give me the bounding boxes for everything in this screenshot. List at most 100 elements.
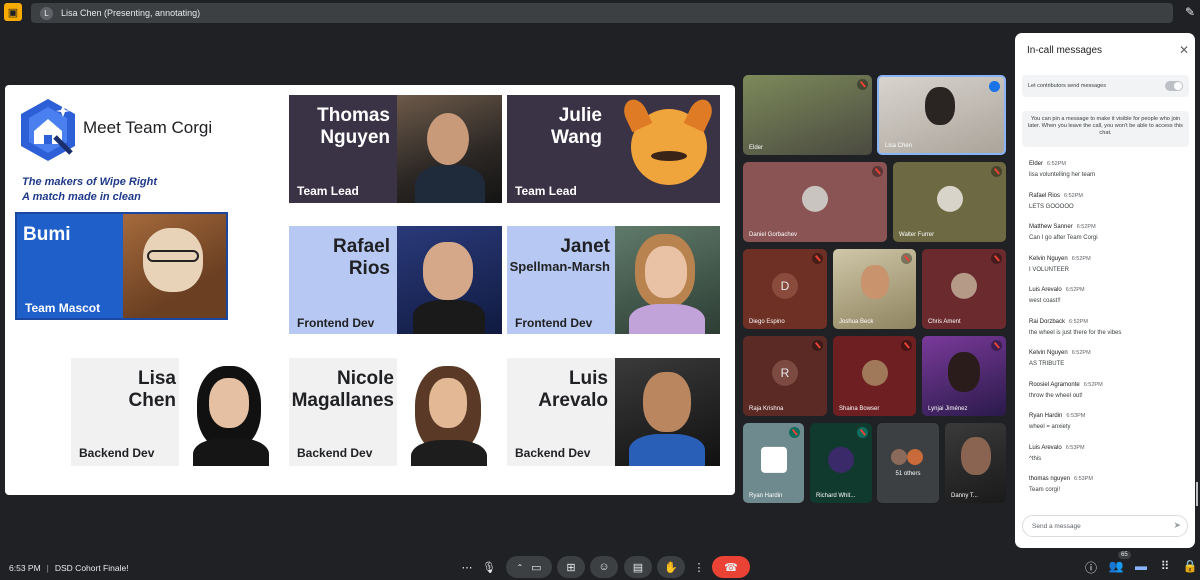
luis-photo: [615, 358, 720, 466]
participant-tile[interactable]: Shaina Bowser: [833, 336, 916, 416]
janet-photo: [615, 226, 720, 334]
host-controls-icon[interactable]: 🔒: [1182, 559, 1198, 575]
message-text: Team corgi!: [1029, 487, 1061, 493]
message-author: Ryan Hardin: [1029, 413, 1063, 419]
in-call-messages-panel: In-call messages ✕ Let contributors send…: [1015, 33, 1195, 548]
participant-tile[interactable]: Joshua Beck: [833, 249, 916, 329]
message-time: 6:52PM: [1071, 255, 1091, 262]
message-author: Elder: [1029, 161, 1044, 167]
message-text: Can I go after Team Corgi: [1029, 235, 1098, 241]
more-options-button[interactable]: ⋯: [455, 556, 479, 578]
participant-name: Ryan Hardin: [749, 493, 783, 499]
card-role: Team Lead: [297, 184, 359, 198]
message-author: Luis Arevalo: [1029, 444, 1062, 451]
people-icon[interactable]: 👥: [1108, 559, 1124, 575]
message-text: ^this: [1029, 455, 1042, 462]
camera-button[interactable]: ⌃ ▭: [506, 556, 552, 578]
contributors-toggle-row: Let contributors send messages: [1022, 75, 1189, 97]
chevron-up-icon[interactable]: ⌃: [516, 563, 523, 572]
participant-tile[interactable]: Richard Whit...: [810, 423, 872, 503]
card-name: Julie Wang: [550, 105, 602, 148]
microphone-button[interactable]: 🎙: [477, 556, 501, 578]
mic-off-icon: [872, 166, 883, 177]
participant-tile[interactable]: Walter Furrer: [893, 162, 1006, 242]
activities-icon[interactable]: ⠿: [1157, 559, 1173, 575]
message-text: lisa voluntelling her team: [1029, 172, 1096, 178]
message-author: Roosiel Agramonte: [1029, 381, 1080, 388]
meeting-details-icon[interactable]: ⓘ: [1083, 559, 1099, 575]
mic-off-icon: [789, 427, 800, 438]
participant-avatar: [802, 185, 828, 212]
participant-tile[interactable]: Elder: [743, 75, 872, 155]
participant-name: Chris Ament: [928, 319, 961, 325]
message-text: west coast!!: [1029, 298, 1061, 304]
message-input-placeholder: Send a message: [1032, 522, 1081, 530]
participant-name: Raja Krishna: [749, 406, 784, 412]
message-author: Luis Arevalo: [1029, 287, 1062, 293]
participant-tile[interactable]: Chris Ament: [922, 249, 1006, 329]
more-actions-button[interactable]: ⋮: [690, 556, 708, 578]
chat-message: Roosiel Agramonte 6:52PM throw the wheel …: [1029, 382, 1189, 414]
team-card-julie: Julie Wang Team Lead: [507, 95, 720, 203]
mic-off-icon: [991, 166, 1002, 177]
video-camera-icon: ▭: [531, 561, 542, 574]
message-list: Elder 6:52PM lisa voluntelling her team R…: [1029, 161, 1189, 508]
lisa-photo: [179, 358, 284, 466]
presenter-banner[interactable]: L Lisa Chen (Presenting, annotating): [31, 3, 1173, 23]
presenting-icon[interactable]: ▣: [4, 3, 22, 21]
slide-tagline: The makers of Wipe Right A match made in…: [22, 175, 157, 205]
others-tile[interactable]: 51 others: [877, 423, 939, 503]
captions-button[interactable]: ▤: [624, 556, 652, 578]
card-role: Frontend Dev: [297, 316, 375, 330]
participant-avatar: R: [772, 359, 798, 386]
participant-tile[interactable]: Danny T...: [945, 423, 1006, 503]
message-input[interactable]: Send a message ➤: [1022, 515, 1188, 537]
reactions-button[interactable]: ☺: [590, 556, 618, 578]
presentation-slide: Meet Team Corgi The makers of Wipe Right…: [5, 85, 735, 495]
card-role: Backend Dev: [297, 446, 373, 460]
message-text: LETS GOOOOO: [1029, 203, 1074, 210]
participant-name: Lisa Chen: [885, 143, 913, 149]
tagline-line-1: The makers of Wipe Right: [22, 176, 157, 188]
mic-off-icon: [857, 427, 868, 438]
nicole-photo: [397, 358, 502, 466]
message-time: 6:52PM: [1083, 381, 1103, 388]
rafael-photo: [397, 226, 502, 334]
chat-scrollbar[interactable]: [1196, 482, 1198, 506]
participant-tile[interactable]: R Raja Krishna: [743, 336, 827, 416]
participant-video: [925, 87, 955, 125]
message-text: the wheel is just there for the vibes: [1029, 329, 1122, 336]
message-author: Matthew Sanner: [1029, 224, 1073, 230]
participant-name: Diego Espino: [749, 319, 785, 325]
toggle-label: Let contributors send messages: [1028, 83, 1106, 89]
leave-call-button[interactable]: ☎: [712, 556, 750, 578]
close-icon[interactable]: ✕: [1179, 43, 1189, 57]
participant-tile[interactable]: Daniel Gorbachev: [743, 162, 887, 242]
raise-hand-button[interactable]: ✋: [657, 556, 685, 578]
message-text: throw the wheel out!: [1029, 392, 1083, 399]
julie-cartoon-avatar: [617, 95, 720, 203]
chat-message: Luis Arevalo 6:53PM ^this: [1029, 445, 1189, 477]
mic-off-icon: [991, 340, 1002, 351]
participant-name: Elder: [749, 145, 764, 151]
team-card-nicole: Nicole Magallanes Backend Dev: [289, 358, 502, 466]
others-count: 51 others: [895, 471, 921, 477]
message-time: 6:53PM: [1066, 413, 1086, 419]
chat-message: Matthew Sanner 6:52PM Can I go after Team…: [1029, 224, 1189, 256]
message-text: wheel = anxiety: [1029, 424, 1071, 430]
participant-avatar: [951, 272, 977, 299]
participant-video: [948, 352, 980, 392]
card-name: Luis Arevalo: [538, 368, 608, 411]
send-icon[interactable]: ➤: [1173, 520, 1181, 531]
present-screen-button[interactable]: ⊞: [557, 556, 585, 578]
participant-avatar: D: [772, 272, 798, 299]
annotate-pen-icon[interactable]: ✎: [1182, 5, 1198, 21]
participant-tile[interactable]: Lisa Chen: [877, 75, 1006, 155]
participant-tile[interactable]: D Diego Espino: [743, 249, 827, 329]
participant-tile[interactable]: Ryan Hardin: [743, 423, 804, 503]
participant-name: Richard Whit...: [816, 493, 856, 499]
participant-tile[interactable]: Lynjai Jiménez: [922, 336, 1006, 416]
chat-icon[interactable]: ▬: [1133, 559, 1149, 575]
message-author: Rai Dorzback: [1029, 318, 1066, 325]
contributors-toggle[interactable]: [1165, 81, 1183, 91]
